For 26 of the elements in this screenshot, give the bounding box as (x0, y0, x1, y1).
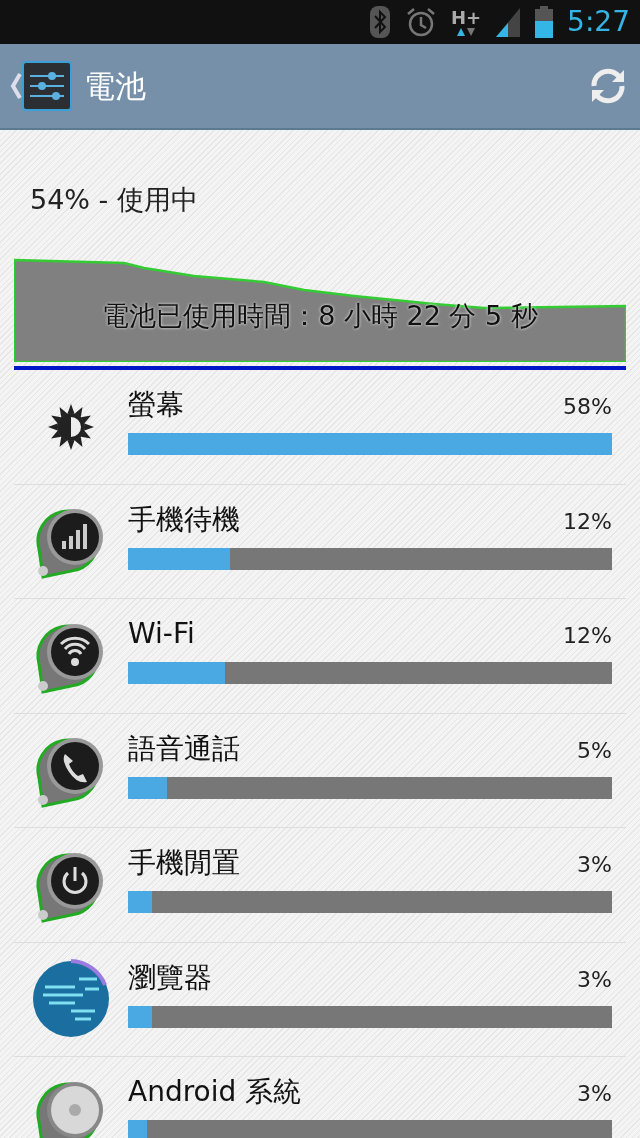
battery-icon (535, 6, 554, 38)
usage-item-name: 語音通話 (128, 731, 240, 766)
usage-item-name: 瀏覽器 (128, 960, 212, 995)
usage-item-name: Wi-Fi (128, 617, 195, 651)
battery-usage-time: 電池已使用時間：8 小時 22 分 5 秒 (101, 299, 539, 333)
usage-percent: 12% (563, 622, 612, 650)
usage-item-name: 螢幕 (128, 388, 184, 422)
settings-app-icon (22, 61, 72, 111)
signal-icon (495, 7, 522, 37)
usage-percent: 58% (563, 393, 612, 421)
clock: 5:27 (567, 4, 630, 40)
usage-percent: 5% (577, 736, 612, 765)
usage-item-name: 手機閒置 (128, 846, 240, 880)
network-type-label: H+ (450, 8, 482, 27)
globe-icon (31, 959, 111, 1040)
back-icon[interactable] (10, 72, 22, 100)
data-activity-icon (456, 26, 477, 36)
usage-percent: 12% (563, 507, 612, 536)
usage-percent: 3% (577, 851, 612, 879)
usage-item-name: Android 系統 (128, 1075, 302, 1109)
screen-title: 電池 (84, 66, 146, 106)
usage-percent: 3% (577, 965, 612, 994)
battery-status-text: 54% - 使用中 (29, 183, 199, 217)
bluetooth-icon (368, 5, 391, 39)
usage-percent: 3% (577, 1080, 612, 1108)
usage-item-name: 手機待機 (128, 502, 240, 537)
